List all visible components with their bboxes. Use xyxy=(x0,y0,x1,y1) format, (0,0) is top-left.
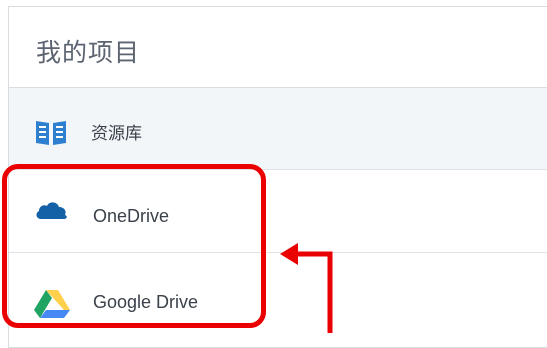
library-book-icon xyxy=(34,117,68,152)
onedrive-cloud-icon xyxy=(34,199,70,226)
sidebar-item-library-label: 资源库 xyxy=(91,124,142,143)
panel-title: 我的项目 xyxy=(36,39,141,67)
sidebar-item-google-drive-label: Google Drive xyxy=(93,292,199,312)
sidebar-item-onedrive[interactable]: OneDrive xyxy=(9,170,547,253)
sidebar-item-onedrive-label: OneDrive xyxy=(93,206,170,226)
projects-panel: 我的项目 资源库 OneDrive Google Drive xyxy=(8,6,547,348)
panel-header: 我的项目 xyxy=(9,7,547,88)
google-drive-icon xyxy=(34,288,70,323)
sidebar-item-library[interactable]: 资源库 xyxy=(9,88,547,170)
